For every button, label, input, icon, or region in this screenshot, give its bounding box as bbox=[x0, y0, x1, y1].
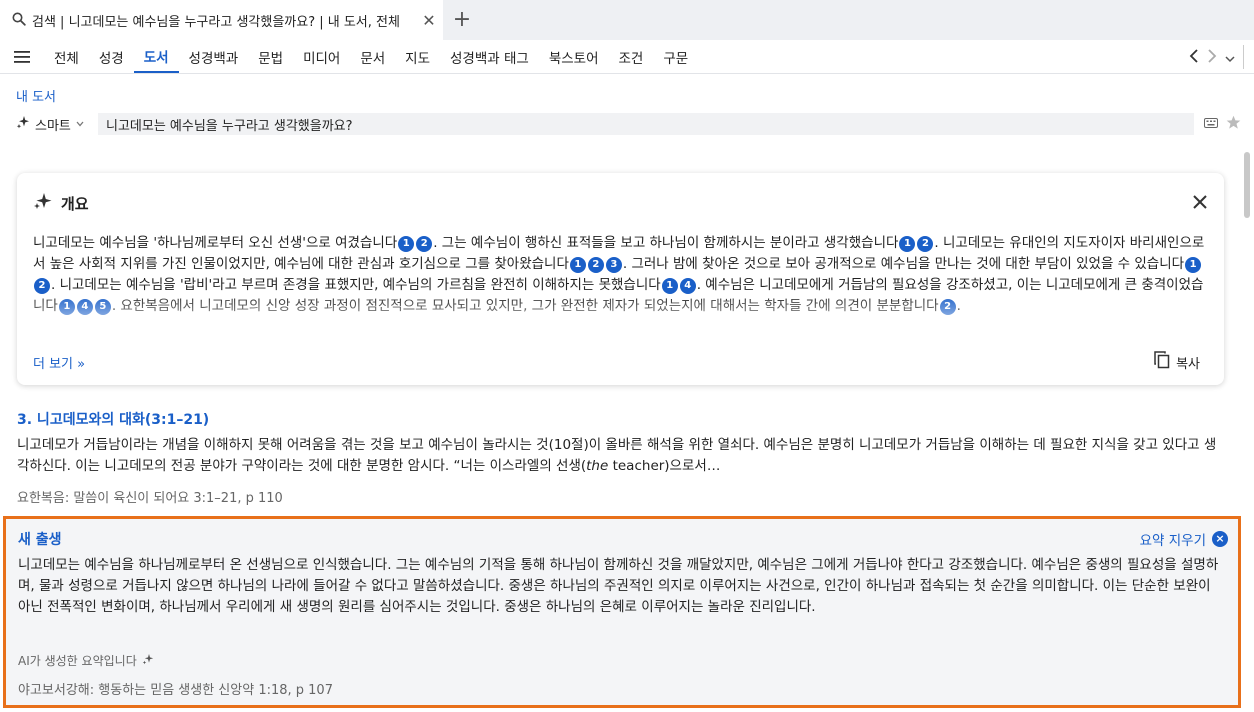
citation-badge[interactable]: 1 bbox=[1185, 257, 1202, 273]
search-icon bbox=[12, 11, 26, 30]
ai-note-label: AI가 생성한 요약입니다 bbox=[18, 654, 137, 668]
citation-badge[interactable]: 2 bbox=[587, 257, 604, 273]
sparkle-icon bbox=[33, 191, 53, 215]
clear-summary-button[interactable]: 요약 지우기 × bbox=[1140, 529, 1228, 549]
keyboard-icon[interactable] bbox=[1200, 117, 1222, 131]
result-source[interactable]: 요한복음: 말씀이 육신이 되어요 3:1–21, p 110 bbox=[17, 487, 1227, 506]
search-mode-label: 스마트 bbox=[35, 118, 71, 134]
filter-tab[interactable]: 성경백과 bbox=[179, 40, 249, 73]
result-snippet: 니고데모가 거듭남이라는 개념을 이해하지 못해 어려움을 겪는 것을 보고 예… bbox=[17, 435, 1227, 477]
scope-link-my-books[interactable]: 내 도서 bbox=[16, 86, 56, 105]
filter-tab[interactable]: 조건 bbox=[609, 40, 654, 73]
citation-badge[interactable]: 2 bbox=[416, 236, 433, 252]
star-icon[interactable] bbox=[1222, 115, 1244, 134]
overview-card: 개요 니고데모는 예수님을 '하나님께로부터 오신 선생'으로 여겼습니다 1 2.… bbox=[17, 173, 1224, 385]
copy-button[interactable]: 복사 bbox=[1154, 351, 1200, 373]
citation-badge[interactable]: 2 bbox=[917, 236, 934, 252]
overview-sentence: . 그는 예수님이 행하신 표적들을 보고 하나님이 함께하시는 분이라고 생각… bbox=[433, 235, 899, 251]
search-result: 3. 니고데모와의 대화(3:1–21) 니고데모가 거듭남이라는 개념을 이해… bbox=[17, 409, 1227, 506]
summary-source[interactable]: 야고보서강해: 행동하는 믿음 생생한 신앙약 1:18, p 107 bbox=[18, 679, 333, 698]
filter-bar: 전체 성경 도서 성경백과 문법 미디어 문서 지도 성경백과 태그 북스토어 조건 구문 bbox=[0, 40, 1254, 74]
filter-tab[interactable]: 전체 bbox=[44, 40, 89, 73]
close-icon[interactable]: ✕ bbox=[415, 11, 443, 30]
overview-fade bbox=[17, 293, 1224, 343]
overview-sentence: . 그러나 밤에 찾아온 것으로 보아 공개적으로 예수님을 만나는 것에 대한… bbox=[622, 256, 1185, 272]
search-tab[interactable]: 검색 | 니고데모는 예수님을 누구라고 생각했을까요? | 내 도서, 전체 … bbox=[0, 0, 443, 40]
result-snippet-text-end: teacher)으로서… bbox=[608, 458, 721, 474]
results-scrollbar[interactable] bbox=[1244, 148, 1250, 708]
close-icon[interactable] bbox=[1192, 191, 1208, 215]
filter-tab[interactable]: 문법 bbox=[248, 40, 293, 73]
filter-tab[interactable]: 구문 bbox=[653, 40, 698, 73]
filter-tab[interactable]: 미디어 bbox=[293, 40, 350, 73]
citation-badge[interactable]: 3 bbox=[605, 257, 622, 273]
scrollbar-thumb[interactable] bbox=[1244, 152, 1250, 218]
citation-badge[interactable]: 1 bbox=[398, 236, 415, 252]
sparkle-icon bbox=[16, 115, 30, 133]
overview-title: 개요 bbox=[61, 194, 89, 213]
summary-title[interactable]: 새 출생 bbox=[18, 529, 62, 549]
chevron-down-icon[interactable] bbox=[1225, 48, 1235, 67]
chevron-down-icon bbox=[76, 119, 84, 130]
filter-tab[interactable]: 도서 bbox=[133, 40, 179, 73]
sparkle-icon bbox=[142, 653, 154, 668]
ai-summary-result: 새 출생 요약 지우기 × 니고데모는 예수님을 하나님께로부터 온 선생님으로… bbox=[3, 516, 1241, 708]
search-mode-dropdown[interactable]: 스마트 bbox=[10, 115, 98, 134]
copy-icon bbox=[1154, 351, 1170, 373]
ai-generated-note: AI가 생성한 요약입니다 bbox=[18, 652, 154, 669]
citation-badge[interactable]: 1 bbox=[899, 236, 916, 252]
citation-badge[interactable]: 1 bbox=[569, 257, 586, 273]
overview-sentence: 니고데모는 예수님을 '하나님께로부터 오신 선생'으로 여겼습니다 bbox=[33, 235, 398, 251]
plus-icon[interactable]: + bbox=[450, 6, 474, 34]
result-snippet-italic: the bbox=[586, 458, 609, 474]
show-more-link[interactable]: 더 보기 » bbox=[33, 353, 85, 372]
filter-tab[interactable]: 성경백과 태그 bbox=[440, 40, 539, 73]
search-row: 스마트 bbox=[10, 112, 1244, 136]
citation-badge[interactable]: 2 bbox=[34, 278, 50, 294]
filter-tab[interactable]: 성경 bbox=[89, 40, 134, 73]
filter-tab[interactable]: 북스토어 bbox=[539, 40, 609, 73]
copy-label: 복사 bbox=[1176, 356, 1200, 372]
result-title[interactable]: 3. 니고데모와의 대화(3:1–21) bbox=[17, 409, 1227, 429]
clear-summary-label: 요약 지우기 bbox=[1139, 533, 1206, 549]
search-input[interactable] bbox=[98, 113, 1194, 135]
chevron-left-icon[interactable] bbox=[1189, 48, 1199, 67]
overview-header: 개요 bbox=[33, 191, 89, 215]
citation-badge[interactable]: 4 bbox=[679, 278, 696, 294]
clear-icon: × bbox=[1212, 531, 1228, 547]
menu-icon[interactable] bbox=[0, 40, 44, 73]
summary-text: 니고데모는 예수님을 하나님께로부터 온 선생님으로 인식했습니다. 그는 예수… bbox=[18, 557, 1219, 615]
tab-title: 검색 | 니고데모는 예수님을 누구라고 생각했을까요? | 내 도서, 전체 bbox=[32, 14, 400, 30]
filter-list: 전체 성경 도서 성경백과 문법 미디어 문서 지도 성경백과 태그 북스토어 조건 구문 bbox=[44, 40, 698, 73]
history-controls bbox=[1189, 40, 1244, 74]
overview-sentence: . 니고데모는 예수님을 '랍비'라고 부르며 존경을 표했지만, 예수님의 가… bbox=[51, 277, 661, 293]
filter-tab[interactable]: 문서 bbox=[350, 40, 395, 73]
chevron-right-icon[interactable] bbox=[1207, 48, 1217, 67]
tab-strip: 검색 | 니고데모는 예수님을 누구라고 생각했을까요? | 내 도서, 전체 … bbox=[0, 0, 1254, 40]
filter-tab[interactable]: 지도 bbox=[395, 40, 440, 73]
citation-badge[interactable]: 1 bbox=[661, 278, 678, 294]
divider bbox=[1243, 45, 1244, 69]
